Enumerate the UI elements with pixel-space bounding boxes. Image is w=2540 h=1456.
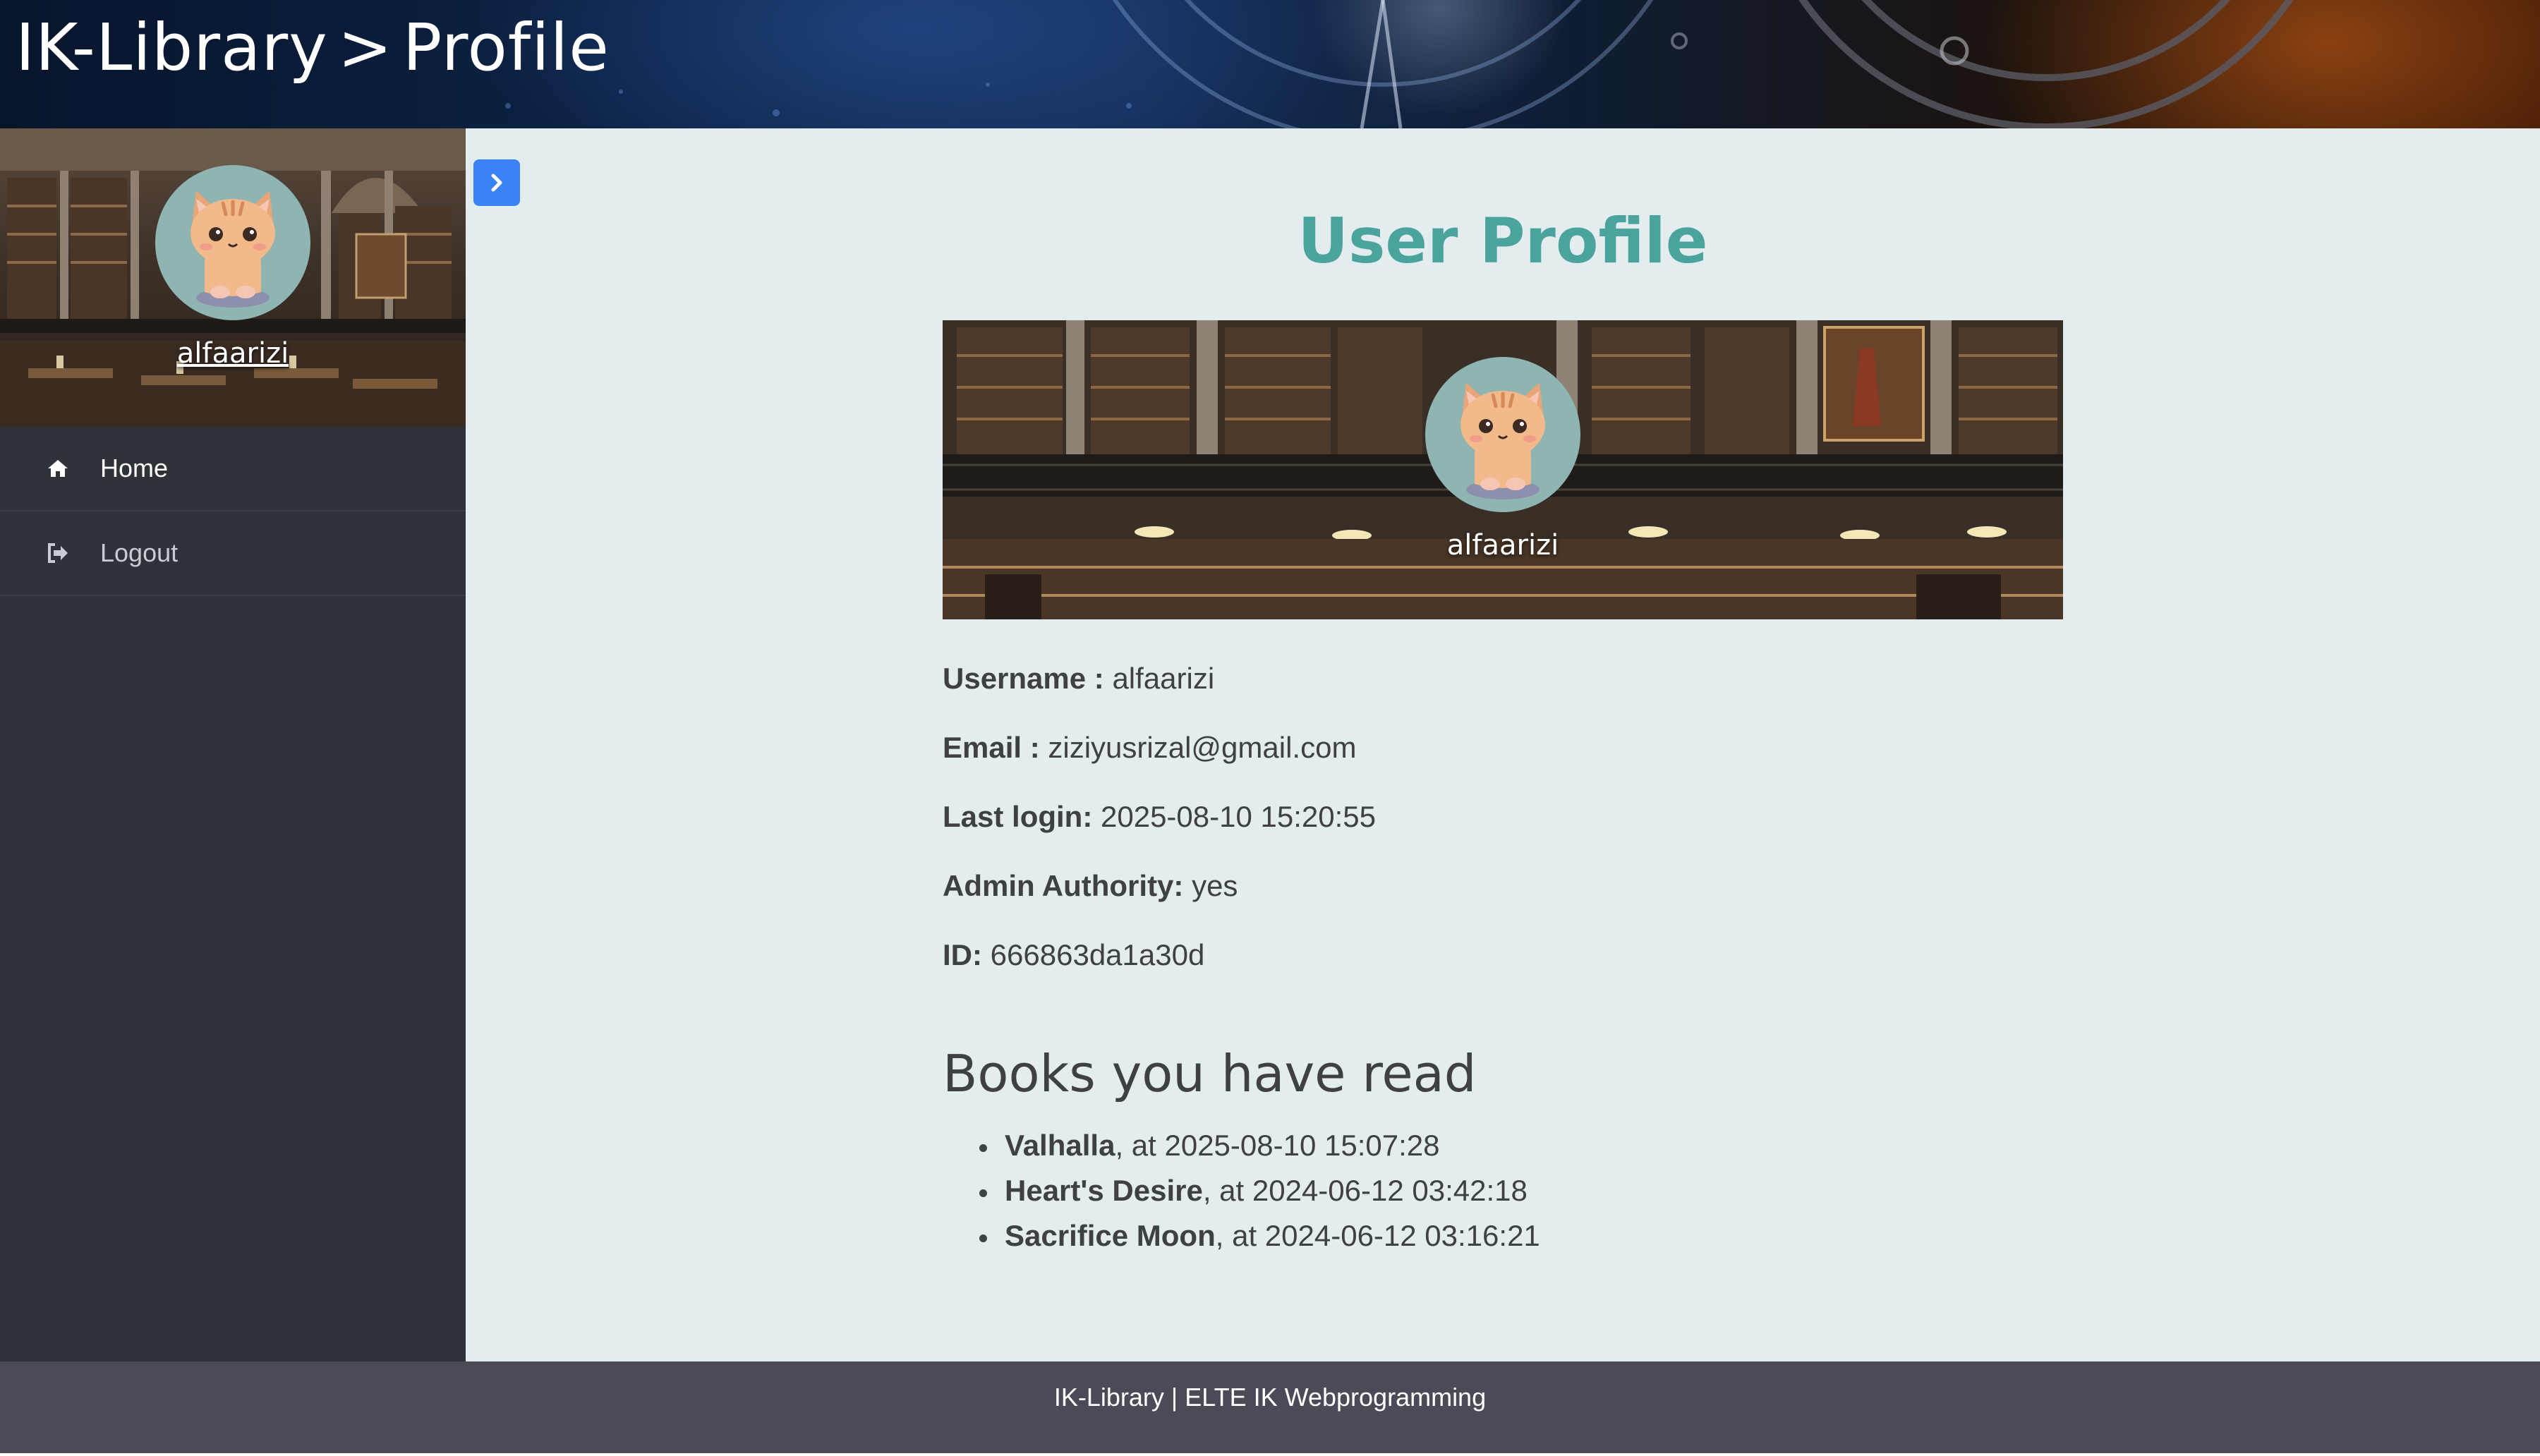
logout-icon (48, 543, 68, 563)
list-item: Sacrifice Moon, at 2024-06-12 03:16:21 (943, 1219, 1540, 1264)
sidebar-toggle-button[interactable] (473, 159, 520, 206)
book-read-date: , at 2024-06-12 03:42:18 (1202, 1174, 1528, 1207)
page-footer: IK-Library | ELTE IK Webprogramming (0, 1361, 2540, 1456)
sidebar-item-home-label: Home (100, 454, 169, 483)
email-label: Email : (943, 731, 1040, 764)
book-title: Valhalla (1005, 1129, 1115, 1162)
id-value: 666863da1a30d (990, 938, 1205, 971)
header-app-name[interactable]: IK-Library (16, 10, 328, 85)
footer-text: IK-Library | ELTE IK Webprogramming (1053, 1383, 1487, 1412)
sidebar-avatar (155, 165, 310, 320)
admin-authority-value: yes (1192, 869, 1238, 902)
page-header-title: IK-Library > Profile (16, 10, 610, 85)
header-page-name: Profile (402, 10, 610, 85)
page-header: IK-Library > Profile (0, 0, 2540, 128)
sidebar-username-link[interactable]: alfaarizi (0, 337, 466, 370)
username-row: Username : alfaarizi (943, 662, 1214, 696)
username-label: Username : (943, 662, 1104, 695)
book-title: Heart's Desire (1005, 1174, 1203, 1207)
book-read-date: , at 2025-08-10 15:07:28 (1115, 1129, 1440, 1162)
last-login-label: Last login: (943, 800, 1093, 833)
books-list: Valhalla, at 2025-08-10 15:07:28 Heart's… (943, 1129, 1540, 1264)
list-item: Heart's Desire, at 2024-06-12 03:42:18 (943, 1174, 1540, 1219)
email-value: ziziyusrizal@gmail.com (1048, 731, 1357, 764)
email-row: Email : ziziyusrizal@gmail.com (943, 731, 1356, 765)
list-item: Valhalla, at 2025-08-10 15:07:28 (943, 1129, 1540, 1174)
page-title: User Profile (1298, 205, 1708, 277)
books-heading: Books you have read (943, 1044, 1477, 1103)
sidebar-item-home[interactable]: Home (0, 427, 466, 511)
admin-authority-label: Admin Authority: (943, 869, 1184, 902)
book-title: Sacrifice Moon (1005, 1219, 1216, 1252)
cat-avatar-image (1460, 382, 1545, 499)
sidebar: alfaarizi Home Logout (0, 128, 466, 1361)
sidebar-item-logout-label: Logout (100, 538, 179, 567)
last-login-row: Last login: 2025-08-10 15:20:55 (943, 800, 1376, 834)
banner-username: alfaarizi (1446, 529, 1559, 562)
bottom-strip (0, 1453, 2540, 1456)
sidebar-profile-banner: alfaarizi (0, 128, 466, 427)
username-value: alfaarizi (1112, 662, 1215, 695)
home-icon (48, 460, 68, 477)
chevron-right-icon (491, 174, 502, 192)
sidebar-item-logout[interactable]: Logout (0, 511, 466, 596)
profile-avatar (1425, 357, 1580, 512)
cat-avatar-image (190, 190, 275, 308)
profile-banner: alfaarizi (943, 320, 2063, 619)
id-label: ID: (943, 938, 982, 971)
last-login-value: 2025-08-10 15:20:55 (1101, 800, 1376, 833)
book-read-date: , at 2024-06-12 03:16:21 (1215, 1219, 1540, 1252)
admin-authority-row: Admin Authority: yes (943, 869, 1238, 903)
header-separator: > (337, 10, 393, 85)
id-row: ID: 666863da1a30d (943, 938, 1204, 972)
